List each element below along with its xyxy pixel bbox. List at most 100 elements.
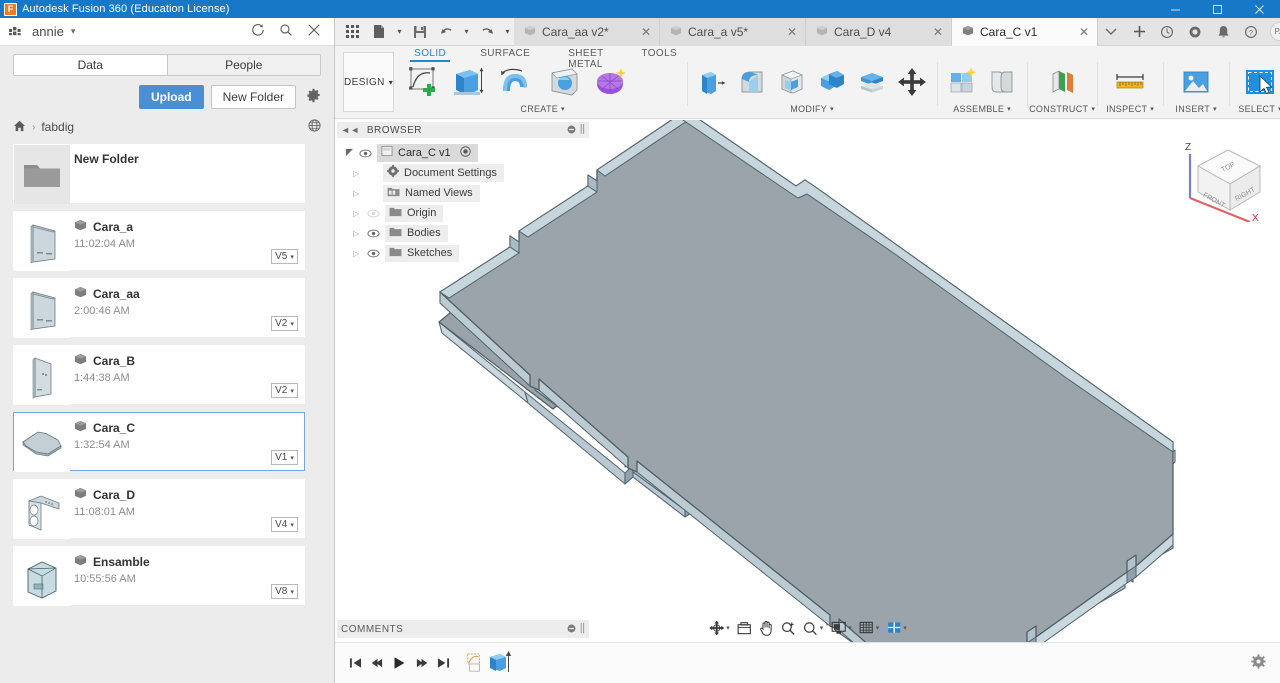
grip-icon[interactable]	[580, 124, 585, 136]
chevron-down-icon[interactable]: ▾	[71, 26, 76, 37]
browser-tree[interactable]: Cara_C v1 ▷ Document Settings ▷ Named Vi…	[337, 138, 589, 263]
radio-visible-icon[interactable]	[459, 145, 471, 160]
split-face-icon[interactable]	[853, 63, 891, 101]
tree-node-root[interactable]: Cara_C v1	[337, 143, 589, 163]
job-status-icon[interactable]	[1154, 18, 1180, 46]
redo-caret[interactable]: ▾	[501, 19, 514, 45]
joint-icon[interactable]	[983, 63, 1021, 101]
timeline-first-button[interactable]	[345, 651, 365, 675]
measure-icon[interactable]	[1111, 63, 1149, 101]
globe-icon[interactable]	[308, 119, 321, 135]
eye-icon[interactable]	[367, 229, 380, 238]
zoom-window-button[interactable]	[778, 621, 799, 636]
version-badge[interactable]: V1 ▾	[271, 450, 298, 465]
list-item[interactable]: Cara_D 11:08:01 AM V4 ▾	[13, 479, 305, 539]
tree-node-label-wrap[interactable]: Origin	[385, 204, 444, 222]
modify-group-label[interactable]: MODIFY ▾	[689, 102, 935, 116]
version-badge[interactable]: V4 ▾	[271, 517, 298, 532]
file-dropdown-caret[interactable]: ▾	[393, 19, 406, 45]
list-item[interactable]: Cara_B 1:44:38 AM V2 ▾	[13, 345, 305, 405]
upload-button[interactable]: Upload	[138, 85, 204, 109]
revolve-icon[interactable]	[492, 63, 538, 101]
account-name[interactable]: annie	[32, 24, 64, 39]
file-icon[interactable]	[367, 19, 391, 45]
tree-node-label-wrap[interactable]: Named Views	[383, 184, 480, 202]
refresh-icon[interactable]	[251, 23, 265, 40]
pan-button[interactable]	[756, 620, 777, 636]
tab-solid[interactable]: SOLID	[406, 48, 454, 62]
list-item-selected[interactable]: Cara_C 1:32:54 AM V1 ▾	[13, 412, 305, 472]
version-badge[interactable]: V2 ▾	[271, 383, 298, 398]
look-at-button[interactable]	[734, 621, 755, 636]
chevron-down-icon[interactable]: ▾	[848, 624, 852, 632]
extrude-feature-icon[interactable]	[487, 651, 513, 675]
close-icon[interactable]: ✕	[785, 25, 799, 39]
grip-icon[interactable]	[580, 623, 585, 635]
close-button[interactable]	[1238, 0, 1280, 18]
list-item[interactable]: New Folder	[13, 144, 305, 204]
tree-node-label-wrap[interactable]: Document Settings	[383, 164, 504, 182]
tree-node-document-settings[interactable]: ▷ Document Settings	[337, 163, 589, 183]
file-list[interactable]: New Folder Cara_a 11:02:04 AM V5 ▾ Cara_…	[13, 144, 305, 673]
close-icon[interactable]	[307, 23, 321, 40]
view-cube[interactable]: Z X TOP FRONT RIGHT	[1176, 126, 1268, 224]
zoom-button[interactable]: ▾	[800, 621, 827, 636]
press-pull-icon[interactable]	[693, 63, 731, 101]
avatar[interactable]: PA	[1270, 22, 1280, 41]
save-icon[interactable]	[408, 19, 432, 45]
document-tab-cara-aa[interactable]: Cara_aa v2* ✕	[514, 18, 660, 46]
version-badge[interactable]: V8 ▾	[271, 584, 298, 599]
close-icon[interactable]: ✕	[1077, 25, 1091, 39]
redo-icon[interactable]	[475, 19, 499, 45]
chevron-down-icon[interactable]	[1098, 18, 1124, 46]
eye-icon[interactable]	[359, 149, 372, 158]
maximize-button[interactable]	[1196, 0, 1238, 18]
new-tab-plus-icon[interactable]	[1126, 18, 1152, 46]
eye-hidden-icon[interactable]	[367, 209, 380, 218]
chevron-down-icon[interactable]: ▾	[903, 624, 907, 632]
construct-group-label[interactable]: CONSTRUCT ▾	[1029, 102, 1095, 116]
tree-node-label-wrap[interactable]: Cara_C v1	[377, 144, 478, 162]
tree-node-sketches[interactable]: ▷ Sketches	[337, 243, 589, 263]
undo-icon[interactable]	[434, 19, 458, 45]
document-tab-cara-a[interactable]: Cara_a v5* ✕	[660, 18, 806, 46]
eye-icon[interactable]	[367, 249, 380, 258]
chevron-down-icon[interactable]: ▾	[876, 624, 880, 632]
version-badge[interactable]: V5 ▾	[271, 249, 298, 264]
insert-image-icon[interactable]	[1177, 63, 1215, 101]
tab-people[interactable]: People	[166, 55, 320, 75]
expand-triangle-icon[interactable]: ▷	[353, 249, 362, 258]
tree-node-named-views[interactable]: ▷ Named Views	[337, 183, 589, 203]
home-icon[interactable]	[13, 120, 26, 135]
timeline-last-button[interactable]	[433, 651, 453, 675]
tree-node-origin[interactable]: ▷ Origin	[337, 203, 589, 223]
list-item[interactable]: Ensamble 10:55:56 AM V8 ▾	[13, 546, 305, 606]
minimize-button[interactable]	[1154, 0, 1196, 18]
timeline-settings-gear-icon[interactable]	[1251, 654, 1266, 672]
new-folder-button[interactable]: New Folder	[210, 85, 296, 109]
app-grid-icon[interactable]	[341, 19, 365, 45]
select-icon[interactable]	[1241, 63, 1279, 101]
tab-tools[interactable]: TOOLS	[611, 48, 685, 59]
collapse-left-icon[interactable]: ◄◄	[341, 125, 360, 135]
tab-data[interactable]: Data	[14, 55, 167, 75]
extensions-icon[interactable]	[1182, 18, 1208, 46]
insert-group-label[interactable]: INSERT ▾	[1165, 102, 1227, 116]
shell-icon[interactable]	[773, 63, 811, 101]
tree-node-label-wrap[interactable]: Sketches	[385, 244, 460, 262]
orbit-button[interactable]: ▾	[705, 620, 733, 636]
select-group-label[interactable]: SELECT ▾	[1231, 102, 1280, 116]
expand-triangle-icon[interactable]: ▷	[353, 229, 362, 238]
extrude-icon[interactable]	[444, 63, 490, 101]
version-badge[interactable]: V2 ▾	[271, 316, 298, 331]
timeline-play-button[interactable]	[389, 651, 409, 675]
move-copy-icon[interactable]	[893, 63, 931, 101]
minus-circle-icon[interactable]	[567, 624, 576, 635]
close-icon[interactable]: ✕	[931, 25, 945, 39]
document-tab-cara-d[interactable]: Cara_D v4 ✕	[806, 18, 952, 46]
create-group-label[interactable]: CREATE ▾	[400, 102, 685, 116]
fillet-icon[interactable]	[733, 63, 771, 101]
offset-plane-icon[interactable]	[1043, 63, 1081, 101]
expand-triangle-icon[interactable]: ▷	[353, 169, 362, 178]
collapse-triangle-icon[interactable]	[345, 148, 354, 159]
